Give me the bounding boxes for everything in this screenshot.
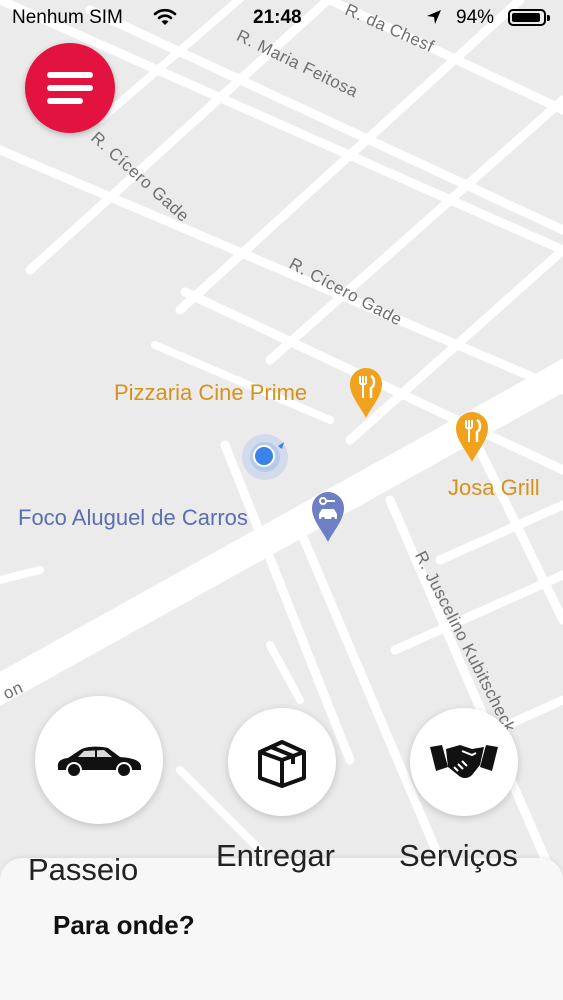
clock: 21:48: [253, 7, 302, 28]
poi-label-pizzaria[interactable]: Pizzaria Cine Prime: [114, 380, 307, 406]
restaurant-marker-icon[interactable]: [454, 410, 490, 464]
car-rental-marker-icon[interactable]: [310, 490, 346, 544]
service-label-passeio[interactable]: Passeio: [28, 852, 138, 888]
battery-icon: [508, 9, 550, 26]
package-icon: [258, 740, 306, 788]
menu-icon-bar: [47, 98, 83, 104]
poi-label-foco-aluguel[interactable]: Foco Aluguel de Carros: [18, 505, 248, 531]
battery-percent: 94%: [456, 7, 495, 28]
status-bar: Nenhum SIM 21:48 94%: [0, 0, 563, 36]
user-location-icon: [242, 434, 288, 480]
poi-label-josa-grill[interactable]: Josa Grill: [448, 475, 540, 501]
service-label-servicos[interactable]: Serviços: [399, 838, 518, 874]
handshake-icon: [430, 745, 498, 778]
service-icon-circle[interactable]: [228, 708, 336, 816]
menu-button[interactable]: [25, 43, 115, 133]
wifi-icon: [153, 8, 177, 25]
service-label-entregar[interactable]: Entregar: [216, 838, 335, 874]
location-arrow-icon: [427, 10, 441, 24]
battery-nub: [547, 15, 550, 21]
car-icon: [57, 746, 141, 778]
menu-icon-bar: [47, 72, 93, 78]
destination-prompt[interactable]: Para onde?: [53, 910, 195, 941]
battery-level-fill: [512, 13, 540, 22]
menu-icon-bar: [47, 85, 93, 91]
service-icon-circle[interactable]: [410, 708, 518, 816]
restaurant-marker-icon[interactable]: [348, 366, 384, 420]
service-icon-circle[interactable]: [35, 696, 163, 824]
carrier-label: Nenhum SIM: [12, 7, 123, 28]
